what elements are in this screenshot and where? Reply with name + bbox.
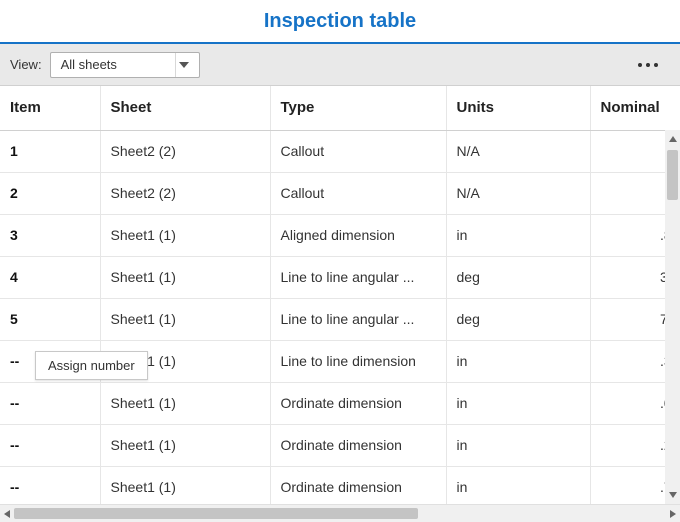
cell-item: 4: [0, 256, 100, 298]
cell-type: Ordinate dimension: [270, 382, 446, 424]
table-row[interactable]: --Sheet1 (1)Ordinate dimensionin.00: [0, 382, 680, 424]
cell-item: 5: [0, 298, 100, 340]
table-header-row: Item Sheet Type Units Nominal: [0, 86, 680, 130]
horizontal-scroll-thumb[interactable]: [14, 508, 418, 519]
cell-type: Ordinate dimension: [270, 466, 446, 508]
toolbar: View: All sheets: [0, 44, 680, 86]
table-row[interactable]: --Sheet1 (1)Ordinate dimensionin.74: [0, 466, 680, 508]
col-units[interactable]: Units: [446, 86, 590, 130]
cell-sheet: Sheet1 (1): [100, 424, 270, 466]
cell-sheet: Sheet1 (1): [100, 466, 270, 508]
inspection-panel: Inspection table View: All sheets Item S…: [0, 0, 680, 522]
scroll-left-icon[interactable]: [0, 505, 14, 522]
horizontal-scrollbar[interactable]: [0, 504, 680, 522]
cell-units: in: [446, 340, 590, 382]
col-item[interactable]: Item: [0, 86, 100, 130]
cell-sheet: Sheet1 (1): [100, 214, 270, 256]
cell-units: deg: [446, 298, 590, 340]
cell-sheet: Sheet2 (2): [100, 130, 270, 172]
vertical-scroll-thumb[interactable]: [667, 150, 678, 200]
cell-type: Line to line angular ...: [270, 256, 446, 298]
cell-units: deg: [446, 256, 590, 298]
scroll-up-icon[interactable]: [665, 132, 680, 146]
cell-units: in: [446, 214, 590, 256]
cell-type: Callout: [270, 130, 446, 172]
title-bar: Inspection table: [0, 0, 680, 44]
tooltip-assign-number: Assign number: [35, 351, 148, 380]
table-row[interactable]: --Sheet1 (1)Ordinate dimensionin.23: [0, 424, 680, 466]
cell-type: Line to line angular ...: [270, 298, 446, 340]
cell-sheet: Sheet1 (1): [100, 298, 270, 340]
table-container: Item Sheet Type Units Nominal 1Sheet2 (2…: [0, 86, 680, 522]
scroll-down-icon[interactable]: [665, 488, 680, 502]
col-type[interactable]: Type: [270, 86, 446, 130]
view-label: View:: [10, 57, 42, 72]
vertical-scrollbar[interactable]: [665, 130, 680, 504]
cell-sheet: Sheet2 (2): [100, 172, 270, 214]
horizontal-scroll-track[interactable]: [14, 508, 666, 519]
chevron-down-icon: [175, 53, 193, 77]
table-row[interactable]: 3Sheet1 (1)Aligned dimensionin.89: [0, 214, 680, 256]
table-row[interactable]: 1Sheet2 (2)CalloutN/A1.: [0, 130, 680, 172]
cell-units: in: [446, 424, 590, 466]
cell-sheet: Sheet1 (1): [100, 382, 270, 424]
table-row[interactable]: 5Sheet1 (1)Line to line angular ...deg75…: [0, 298, 680, 340]
cell-item: --: [0, 424, 100, 466]
more-options-button[interactable]: [632, 57, 664, 73]
view-select[interactable]: All sheets: [50, 52, 200, 78]
cell-units: in: [446, 382, 590, 424]
table-row[interactable]: 2Sheet2 (2)CalloutN/A2.: [0, 172, 680, 214]
cell-type: Callout: [270, 172, 446, 214]
inspection-table: Item Sheet Type Units Nominal 1Sheet2 (2…: [0, 86, 680, 509]
view-select-value: All sheets: [61, 57, 175, 72]
col-nominal[interactable]: Nominal: [590, 86, 680, 130]
cell-type: Aligned dimension: [270, 214, 446, 256]
cell-type: Ordinate dimension: [270, 424, 446, 466]
cell-item: 1: [0, 130, 100, 172]
cell-units: in: [446, 466, 590, 508]
cell-units: N/A: [446, 172, 590, 214]
scroll-right-icon[interactable]: [666, 505, 680, 522]
panel-title: Inspection table: [264, 10, 416, 33]
cell-sheet: Sheet1 (1): [100, 256, 270, 298]
col-sheet[interactable]: Sheet: [100, 86, 270, 130]
cell-item: --: [0, 382, 100, 424]
cell-type: Line to line dimension: [270, 340, 446, 382]
cell-item: 3: [0, 214, 100, 256]
cell-units: N/A: [446, 130, 590, 172]
cell-item: --: [0, 466, 100, 508]
table-row[interactable]: 4Sheet1 (1)Line to line angular ...deg32…: [0, 256, 680, 298]
cell-item: 2: [0, 172, 100, 214]
